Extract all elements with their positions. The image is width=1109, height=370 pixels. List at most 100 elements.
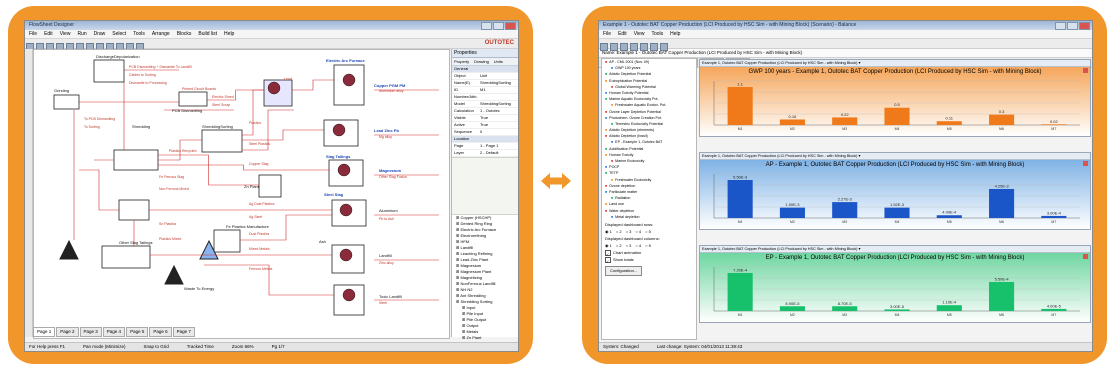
menu-bar: File Edit View Run Draw Select Tools Arrange Blo… [25, 30, 518, 39]
page-tab[interactable]: Page 7 [172, 327, 195, 337]
properties-tab[interactable]: Units [492, 59, 503, 64]
refresh-icon[interactable] [650, 43, 658, 51]
data-label: 0.3 [999, 109, 1005, 114]
radio-option[interactable]: ○ 3 [626, 243, 632, 248]
property-row[interactable]: Model ShreddingSorting [452, 101, 518, 108]
menu-item-select[interactable]: Select [112, 31, 126, 37]
impact-icon: ■ [605, 146, 608, 151]
bar [884, 107, 910, 125]
chart-caption: Example 1, Outotec BAT Copper Production… [700, 153, 1090, 160]
impact-tree-item[interactable]: ■ Metal depletion [602, 214, 696, 220]
page-tab[interactable]: Page 5 [126, 327, 149, 337]
bar [884, 207, 910, 218]
block-tree-item[interactable]: ⊞ Zn Plant [452, 335, 518, 341]
save-icon[interactable] [620, 43, 628, 51]
property-row[interactable]: Name(E) ShreddingSorting [452, 80, 518, 87]
menu-item-view[interactable]: View [60, 31, 71, 37]
menu-item-build-list[interactable]: Build list [198, 31, 217, 37]
close-button[interactable] [1079, 22, 1090, 30]
property-row[interactable]: Number/Abb. [452, 94, 518, 101]
data-label: 3.00E-4 [1047, 210, 1062, 215]
radio-option[interactable]: ○ 4 [635, 229, 641, 234]
menu-item-help[interactable]: Help [670, 31, 680, 37]
menu-item-help[interactable]: Help [224, 31, 234, 37]
property-row[interactable]: Active True [452, 122, 518, 129]
radio-option[interactable]: ○ 4 [635, 243, 641, 248]
radio-option[interactable]: ○ 2 [616, 229, 622, 234]
property-row[interactable]: Calculation 1 - Outotec [452, 108, 518, 115]
check-icon[interactable] [630, 43, 638, 51]
menu-item-edit[interactable]: Edit [44, 31, 53, 37]
show-totals-checkbox[interactable]: ✓ Show totals [605, 256, 693, 264]
radio-option[interactable]: ○ 2 [616, 243, 622, 248]
toolbar [599, 39, 1092, 51]
category-label: M2 [790, 313, 795, 317]
page-tabs: Page 1 Page 2 Page 3 Page 4 Page 5 Page 6 Page… [33, 327, 196, 337]
help-icon[interactable] [660, 43, 668, 51]
category-label: M7 [1051, 127, 1056, 131]
property-value: True [480, 122, 489, 127]
menu-item-arrange[interactable]: Arrange [152, 31, 170, 37]
menu-item-view[interactable]: View [634, 31, 645, 37]
stream-label: Zinc alloy [379, 261, 394, 265]
maximize-button[interactable] [1067, 22, 1078, 30]
unit-label: Aluminium [379, 208, 398, 213]
status-text: Snap to Grid [143, 344, 169, 349]
chart-animation-label: Chart animation [613, 250, 642, 255]
impact-label: Abiotic Depletion Potential [609, 72, 652, 77]
page-tab[interactable]: Page 1 [33, 327, 56, 337]
menu-item-file[interactable]: File [29, 31, 37, 37]
chart-panel: Example 1, Outotec BAT Copper Production… [699, 59, 1091, 137]
property-row[interactable]: Sequence 0 [452, 129, 518, 136]
menu-item-edit[interactable]: Edit [618, 31, 627, 37]
impact-icon: ■ [611, 214, 614, 219]
process-unit [213, 229, 241, 253]
property-row[interactable]: Object Unit [452, 73, 518, 80]
radio-option[interactable]: ○ 3 [626, 229, 632, 234]
property-row[interactable]: Layer 2 - Default [452, 150, 518, 157]
flowsheet-diagram[interactable]: DischargeDepolarization PCB Dismantling Sh… [34, 50, 449, 328]
properties-tab[interactable]: Property [452, 59, 469, 64]
unit-label: PCB Dismantling [172, 108, 202, 113]
radio-option[interactable]: ◉ 1 [605, 243, 612, 248]
menu-item-file[interactable]: File [603, 31, 611, 37]
menu-item-run[interactable]: Run [77, 31, 86, 37]
radio-option[interactable]: ○ 5 [645, 243, 651, 248]
menu-item-draw[interactable]: Draw [94, 31, 106, 37]
impact-tree[interactable]: ■ AP - CML 2001 (Nov. 09) ■ GWP 100 years ■ A… [601, 58, 697, 340]
page-tab[interactable]: Page 4 [102, 327, 126, 337]
property-row[interactable]: Page 1 - Page 1 [452, 143, 518, 150]
menu-item-tools[interactable]: Tools [133, 31, 145, 37]
configuration-button[interactable]: Configuration... [605, 266, 643, 276]
maximize-button[interactable] [493, 22, 504, 30]
radio-option[interactable]: ○ 5 [645, 229, 651, 234]
minimize-button[interactable] [481, 22, 492, 30]
new-icon[interactable] [600, 43, 608, 51]
property-key: Calculation [454, 108, 474, 113]
properties-tab[interactable]: Drawing [472, 59, 489, 64]
bar-chart: 1.1 M1 0.16 M2 0.22 M3 0.5 M4 0.11 M5 0.3 M6 0.02 M7 [713, 80, 1080, 131]
chart-icon[interactable] [640, 43, 648, 51]
properties-panel: Properties Property Drawing Units General … [451, 49, 518, 340]
page-tab[interactable]: Page 3 [79, 327, 102, 337]
stream-label: Plastics Recycled [169, 149, 196, 153]
menu-item-tools[interactable]: Tools [651, 31, 663, 37]
stream-line [292, 79, 334, 91]
open-icon[interactable] [610, 43, 618, 51]
chart-animation-checkbox[interactable]: ✓ Chart animation [605, 249, 693, 257]
name-filter[interactable]: Name: Example 1 - Outotec BAT Copper Pro… [599, 49, 1092, 58]
stream-line [158, 164, 329, 171]
menu-item-blocks[interactable]: Blocks [177, 31, 192, 37]
page-tab[interactable]: Page 2 [56, 327, 79, 337]
impact-icon: ■ [611, 177, 614, 182]
bar [884, 309, 910, 311]
property-row[interactable]: Visible True [452, 115, 518, 122]
minimize-button[interactable] [1055, 22, 1066, 30]
property-row[interactable]: ID M1 [452, 87, 518, 94]
impact-icon: ■ [611, 121, 614, 126]
page-tab[interactable]: Page 6 [149, 327, 172, 337]
close-button[interactable] [505, 22, 516, 30]
flowsheet-canvas[interactable]: DischargeDepolarization PCB Dismantling Sh… [33, 49, 450, 339]
impact-icon: ■ [611, 66, 614, 71]
radio-option[interactable]: ◉ 1 [605, 229, 612, 234]
